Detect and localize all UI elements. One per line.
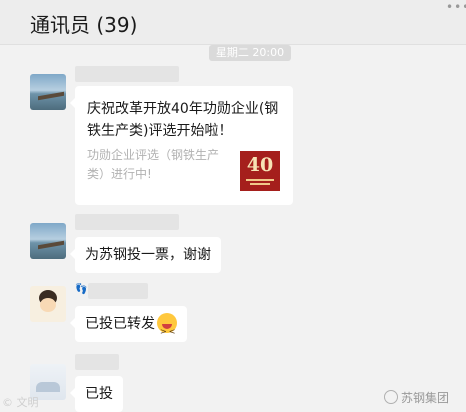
text-message-bubble[interactable]: 已投 xyxy=(70,376,123,412)
squint-laugh-emoji-icon xyxy=(157,312,177,350)
link-card-thumbnail: 40 xyxy=(240,151,280,191)
link-card-description: 功勋企业评选（钢铁生产类）进行中! xyxy=(87,148,220,181)
chat-header: 通讯员 (39) ••• xyxy=(0,0,466,44)
cartoon-girl-avatar[interactable] xyxy=(30,286,66,322)
sender-name-blurred xyxy=(88,283,148,299)
message-text: 已投已转发 xyxy=(85,316,155,332)
sender-name-blurred xyxy=(75,214,179,230)
more-dots-icon[interactable]: ••• xyxy=(446,0,466,14)
thumbnail-number: 40 xyxy=(246,154,274,176)
thumbnail-decor-line xyxy=(250,183,270,185)
sea-pier-avatar[interactable] xyxy=(30,74,66,110)
sender-name-blurred xyxy=(75,66,179,82)
sea-pier-avatar[interactable] xyxy=(30,223,66,259)
text-message-bubble[interactable]: 为苏钢投一票，谢谢 xyxy=(70,237,221,273)
watermark-right: 苏钢集团 xyxy=(384,389,449,406)
watermark-account-name: 苏钢集团 xyxy=(401,391,450,405)
message-text: 已投 xyxy=(85,386,113,402)
link-card-title: 庆祝改革开放40年功勋企业(钢铁生产类)评选开始啦！ xyxy=(87,101,279,139)
thumbnail-decor-line xyxy=(246,179,274,181)
text-message-bubble[interactable]: 已投已转发 xyxy=(70,306,187,350)
watermark-left: © 文明 xyxy=(2,396,39,409)
link-card-message[interactable]: 庆祝改革开放40年功勋企业(钢铁生产类)评选开始啦！ 功勋企业评选（钢铁生产类）… xyxy=(70,86,293,205)
wechat-account-icon xyxy=(384,390,398,404)
footprints-icon: 👣 xyxy=(75,284,88,295)
message-timestamp: 星期二 20:00 xyxy=(209,45,291,61)
message-text: 为苏钢投一票，谢谢 xyxy=(85,247,211,263)
chat-title: 通讯员 (39) xyxy=(30,13,138,37)
sender-name-blurred xyxy=(75,354,119,370)
